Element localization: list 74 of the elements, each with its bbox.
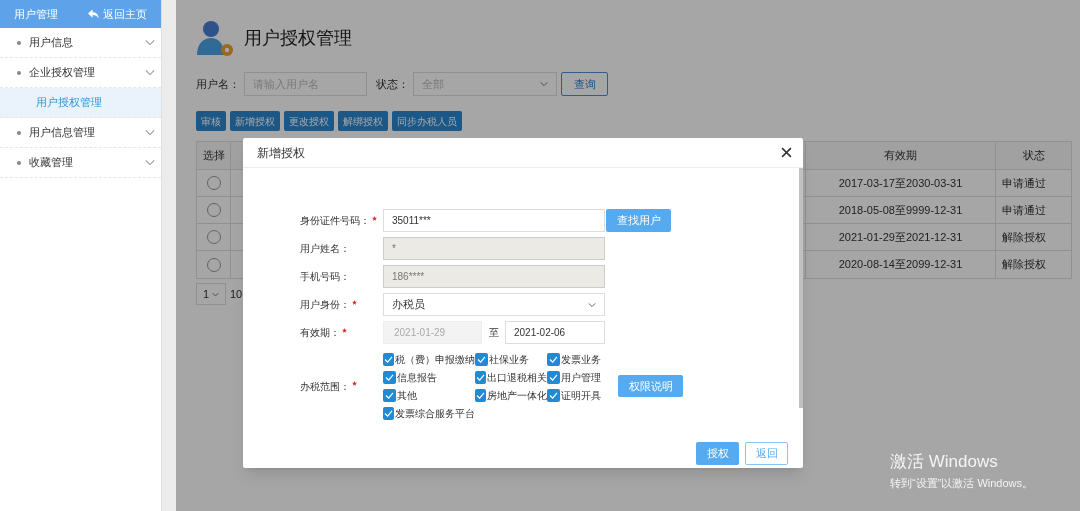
field-label: 办税范围： — [300, 379, 350, 394]
table-cell-text: 申请通过 — [1001, 202, 1047, 218]
bullet-icon — [17, 40, 21, 45]
chevron-down-icon — [540, 81, 548, 87]
field-label: 用户身份： — [300, 298, 350, 312]
scrollbar[interactable] — [799, 168, 803, 408]
chevron-down-icon — [145, 159, 155, 166]
table-cell: 2021-01-29至2021-12-31 — [806, 224, 996, 250]
bullet-icon — [17, 160, 21, 165]
table-cell-text: 解除授权 — [1001, 229, 1047, 245]
close-button[interactable] — [781, 146, 793, 159]
sidebar-item[interactable]: 用户信息管理 — [0, 118, 161, 148]
checkbox-option[interactable]: 其他 — [383, 387, 475, 403]
checkbox[interactable] — [383, 370, 396, 384]
radio-button[interactable] — [206, 176, 221, 190]
field-label: 身份证件号码： — [300, 214, 370, 228]
chevron-down-icon — [145, 129, 155, 136]
page-size-text: 10 — [230, 286, 243, 302]
radio-button[interactable] — [206, 230, 221, 244]
radio-button[interactable] — [206, 203, 221, 217]
user-settings-icon — [196, 19, 234, 57]
page-title: 用户授权管理 — [244, 26, 352, 50]
checkbox[interactable] — [475, 352, 488, 366]
radio-button[interactable] — [206, 257, 221, 272]
checkbox-option[interactable]: 社保业务 — [475, 351, 547, 367]
bullet-icon — [17, 70, 21, 75]
table-cell: 2017-03-17至2030-03-31 — [806, 170, 996, 196]
field-label: 有效期： — [300, 326, 340, 340]
checkbox-option[interactable]: 税（费）申报缴纳 — [383, 351, 475, 367]
checkbox-option[interactable]: 用户管理 — [547, 369, 617, 385]
chevron-down-icon — [588, 301, 596, 308]
table-cell-text: 解除授权 — [1001, 257, 1047, 273]
table-cell: 2018-05-08至9999-12-31 — [806, 197, 996, 223]
range-separator: 至 — [487, 326, 500, 340]
checkbox-option[interactable]: 出口退税相关 — [475, 369, 547, 385]
text-field[interactable]: 35011*** — [383, 209, 605, 232]
checkbox[interactable] — [383, 388, 396, 402]
chevron-down-icon — [212, 291, 220, 297]
column-header: 选择 — [197, 142, 231, 169]
sidebar-title: 用户管理 — [14, 6, 58, 22]
dialog-title: 新增授权 — [257, 144, 305, 162]
checkbox[interactable] — [547, 388, 560, 402]
checkbox[interactable] — [547, 370, 560, 384]
field-label: 用户名： — [196, 76, 240, 92]
column-header: 有效期 — [806, 142, 996, 169]
checkbox-option[interactable]: 发票综合服务平台 — [383, 405, 475, 421]
end-date-field[interactable]: 2021-02-06 — [505, 321, 605, 344]
field-label: 手机号码： — [300, 270, 350, 284]
activation-text: 转到“设置”以激活 Windows。 — [890, 475, 1033, 491]
checkbox[interactable] — [475, 370, 486, 384]
field-label: 用户姓名： — [300, 242, 350, 256]
chevron-down-icon — [145, 69, 155, 76]
reply-arrow-icon — [88, 9, 99, 19]
close-icon — [781, 147, 792, 158]
query-button[interactable]: 查询 — [561, 72, 608, 96]
sidebar-item[interactable]: 用户信息 — [0, 28, 161, 58]
bullet-icon — [17, 130, 21, 135]
table-cell: 2020-08-14至2099-12-31 — [806, 251, 996, 278]
role-select[interactable]: 办税员 — [383, 293, 605, 316]
checkbox-option[interactable]: 证明开具 — [547, 387, 617, 403]
checkbox[interactable] — [475, 388, 486, 402]
sidebar-item[interactable]: 收藏管理 — [0, 148, 161, 178]
checkbox-option[interactable]: 发票业务 — [547, 351, 617, 367]
page-select[interactable]: 1 — [196, 283, 226, 305]
field-label: 状态： — [376, 76, 409, 92]
checkbox-option[interactable]: 房地产一体化 — [475, 387, 547, 403]
table-cell-text: 申请通过 — [1001, 175, 1047, 191]
checkbox[interactable] — [383, 352, 394, 366]
checkbox[interactable] — [383, 406, 394, 420]
chevron-down-icon — [145, 39, 155, 46]
activation-title: 激活 Windows — [890, 451, 999, 473]
column-header: 状态 — [1021, 148, 1046, 164]
checkbox[interactable] — [547, 352, 560, 366]
checkbox-option[interactable]: 信息报告 — [383, 369, 475, 385]
